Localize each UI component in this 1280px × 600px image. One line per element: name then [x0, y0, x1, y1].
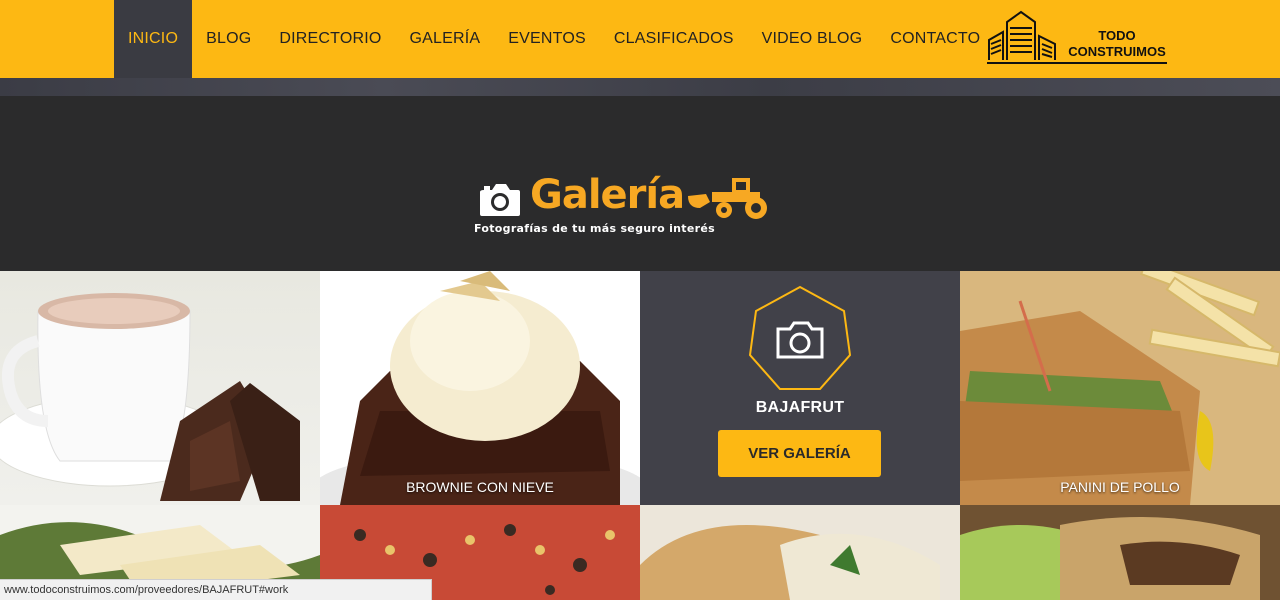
banner-title: Galería [530, 172, 685, 218]
gallery-tile-panini[interactable]: PANINI DE POLLO [960, 271, 1280, 505]
top-navbar: INICIO BLOG DIRECTORIO GALERÍA EVENTOS C… [0, 0, 1280, 78]
gallery-tile-bread[interactable] [640, 505, 960, 600]
header-strip [0, 78, 1280, 96]
tile-caption: BROWNIE CON NIEVE [406, 479, 554, 495]
kebab-image [960, 505, 1280, 600]
nav-item-inicio[interactable]: INICIO [114, 0, 193, 78]
brand-underline [987, 62, 1167, 64]
brand-line-1: TODO [1098, 28, 1136, 43]
panini-image [960, 271, 1280, 505]
banner-subtitle: Fotografías de tu más seguro interés [474, 222, 715, 235]
tile-caption: PANINI DE POLLO [1060, 479, 1180, 495]
nav-item-eventos[interactable]: EVENTOS [494, 0, 600, 78]
view-gallery-button[interactable]: VER GALERÍA [718, 430, 881, 477]
gallery-tile-brownie[interactable]: BROWNIE CON NIEVE [320, 271, 640, 505]
nav-item-blog[interactable]: BLOG [192, 0, 265, 78]
hexagon-frame [748, 285, 852, 390]
nav-item-clasificados[interactable]: CLASIFICADOS [600, 0, 748, 78]
camera-icon [776, 321, 824, 359]
camera-icon [480, 184, 520, 216]
brownie-image [320, 271, 640, 505]
nav-item-video-blog[interactable]: VIDEO BLOG [748, 0, 877, 78]
gallery-tile-kebab[interactable] [960, 505, 1280, 600]
bread-image [640, 505, 960, 600]
nav-item-galeria[interactable]: GALERÍA [396, 0, 495, 78]
gallery-logo: Galería Fotografías de tu más seguro int… [474, 170, 774, 240]
main-nav: INICIO BLOG DIRECTORIO GALERÍA EVENTOS C… [114, 0, 994, 78]
page: INICIO BLOG DIRECTORIO GALERÍA EVENTOS C… [0, 0, 1280, 600]
tractor-icon [688, 178, 767, 219]
brand-logo[interactable]: TODO CONSTRUIMOS [987, 10, 1167, 64]
gallery-tile-featured[interactable]: BAJAFRUT VER GALERÍA [640, 271, 960, 505]
brand-name: TODO CONSTRUIMOS [1067, 28, 1167, 60]
nav-item-contacto[interactable]: CONTACTO [876, 0, 994, 78]
gallery-tile-hot-chocolate[interactable] [0, 271, 320, 505]
nav-item-directorio[interactable]: DIRECTORIO [265, 0, 395, 78]
hot-chocolate-image [0, 293, 300, 501]
store-name: BAJAFRUT [755, 399, 845, 416]
browser-status-url: www.todoconstruimos.com/proveedores/BAJA… [0, 579, 432, 600]
buildings-icon [988, 10, 1056, 60]
brand-line-2: CONSTRUIMOS [1068, 44, 1166, 59]
